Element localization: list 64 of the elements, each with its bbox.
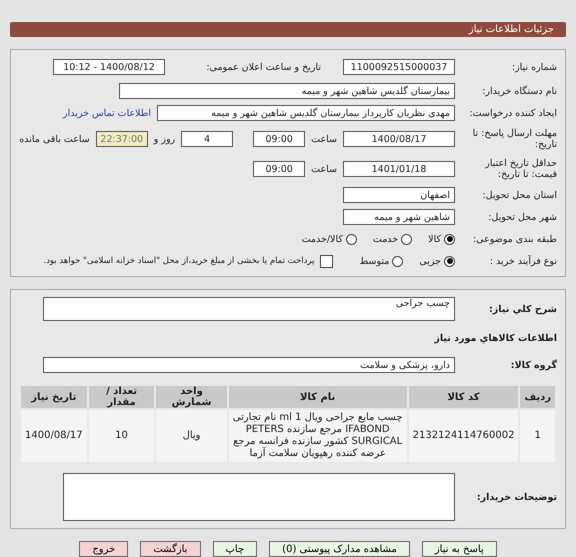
field-label: ایجاد کننده درخواست: (468, 108, 557, 118)
radio-button[interactable] (346, 234, 357, 244)
table-cell: 1 (519, 409, 556, 463)
field-label: شماره نیاز: (510, 62, 557, 72)
input-field[interactable]: 1100092515000037 (343, 59, 455, 75)
input-field[interactable]: 1400/08/17 (343, 131, 455, 147)
action-button[interactable]: چاپ (212, 541, 258, 557)
input-field[interactable]: دارو، پزشکی و سلامت (43, 357, 455, 373)
page-title: جزئیات اطلاعات نیاز (468, 24, 554, 35)
input-field[interactable]: شاهین شهر و میمه (343, 209, 455, 225)
input-field[interactable]: 09:00 (253, 161, 306, 177)
table-cell: 10 (88, 409, 156, 463)
field-label: ساعت (311, 134, 337, 144)
radio-option[interactable]: متوسط (359, 256, 404, 266)
field-label: گروه کالا: (510, 360, 557, 370)
checkbox[interactable] (320, 254, 334, 268)
input-field[interactable]: اصفهان (343, 187, 455, 203)
radio-option[interactable]: کالا/خدمت (302, 234, 357, 244)
field-label: شرح کلي نياز: (488, 304, 557, 314)
countdown-field: 22:37:00 (96, 131, 148, 147)
input-field[interactable]: 1400/08/12 - 10:12 (53, 59, 165, 75)
table-cell: چسب مایع جراحی ویال 1 ml نام تجارتی IFABOND مرجع سازنده PETERS SURGICAL کشور سازنده فرانسه مرجع عرضه کننده رهپویان سلامت آزما (228, 409, 408, 463)
field-label: نام دستگاه خریدار: (481, 86, 557, 96)
table-cell: 2132124114760002 (408, 409, 520, 463)
action-button[interactable]: پاسخ به نیاز (422, 541, 497, 557)
input-field[interactable]: 4 (181, 131, 234, 147)
column-header: واحد شمارش (155, 385, 228, 409)
column-header: تعداد / مقدار (88, 385, 156, 409)
action-button[interactable]: مشاهده مدارک پیوستی (0) (269, 541, 410, 557)
input-field[interactable]: بیمارستان گلدیس شاهین شهر و میمه (119, 83, 455, 99)
contact-link[interactable]: اطلاعات تماس خریدار (62, 108, 151, 118)
field-label: ساعت باقی مانده (19, 134, 90, 144)
field-label: ساعت (311, 164, 337, 174)
radio-button[interactable] (444, 234, 455, 244)
field-label: شهر محل تحویل: (487, 212, 557, 222)
input-field[interactable]: 1401/01/18 (343, 161, 455, 177)
table-cell: 1400/08/17 (20, 409, 88, 463)
column-header: تاریخ نیاز (20, 385, 88, 409)
radio-button[interactable] (444, 256, 455, 266)
field-label: مهلت ارسال پاسخ: تا تاریخ: (472, 128, 557, 150)
field-label: نوع فرآیند خرید : (488, 256, 557, 266)
input-field[interactable]: مهدی نظریان کارپرداز بیمارستان گلدیس شاهین شهر و میمه (157, 105, 455, 121)
field-label: روز و (154, 134, 176, 144)
notes-field[interactable] (63, 473, 455, 521)
field-label: استان محل تحویل: (481, 190, 557, 200)
input-field[interactable]: چسب جراحی (43, 297, 455, 321)
column-header: ردیف (519, 385, 556, 409)
radio-option[interactable]: خدمت (372, 234, 412, 244)
field-label: حداقل تاریخ اعتبار قیمت: تا تاریخ: (484, 158, 557, 180)
input-field[interactable]: 09:00 (253, 131, 306, 147)
section-heading: اطلاعات کالاهاي مورد نياز (433, 332, 557, 344)
checkbox-label: پرداخت تمام یا بخشی از مبلغ خرید،از محل "اسناد خزانه اسلامی" خواهد بود. (43, 256, 314, 266)
action-button[interactable]: بازگشت (140, 541, 200, 557)
action-button[interactable]: خروج (79, 541, 128, 557)
radio-button[interactable] (392, 256, 404, 266)
field-label: تاریخ و ساعت اعلان عمومی: (205, 62, 322, 72)
table-cell: ویال (155, 409, 228, 463)
field-label: طبقه بندی موضوعی: (472, 234, 557, 244)
column-header: کد کالا (408, 385, 520, 409)
radio-option[interactable]: جزیی (419, 256, 455, 266)
radio-option[interactable]: کالا (428, 234, 455, 244)
radio-button[interactable] (401, 234, 412, 244)
column-header: نام کالا (228, 385, 408, 409)
field-label: توضیحات خریدار: (476, 492, 557, 502)
